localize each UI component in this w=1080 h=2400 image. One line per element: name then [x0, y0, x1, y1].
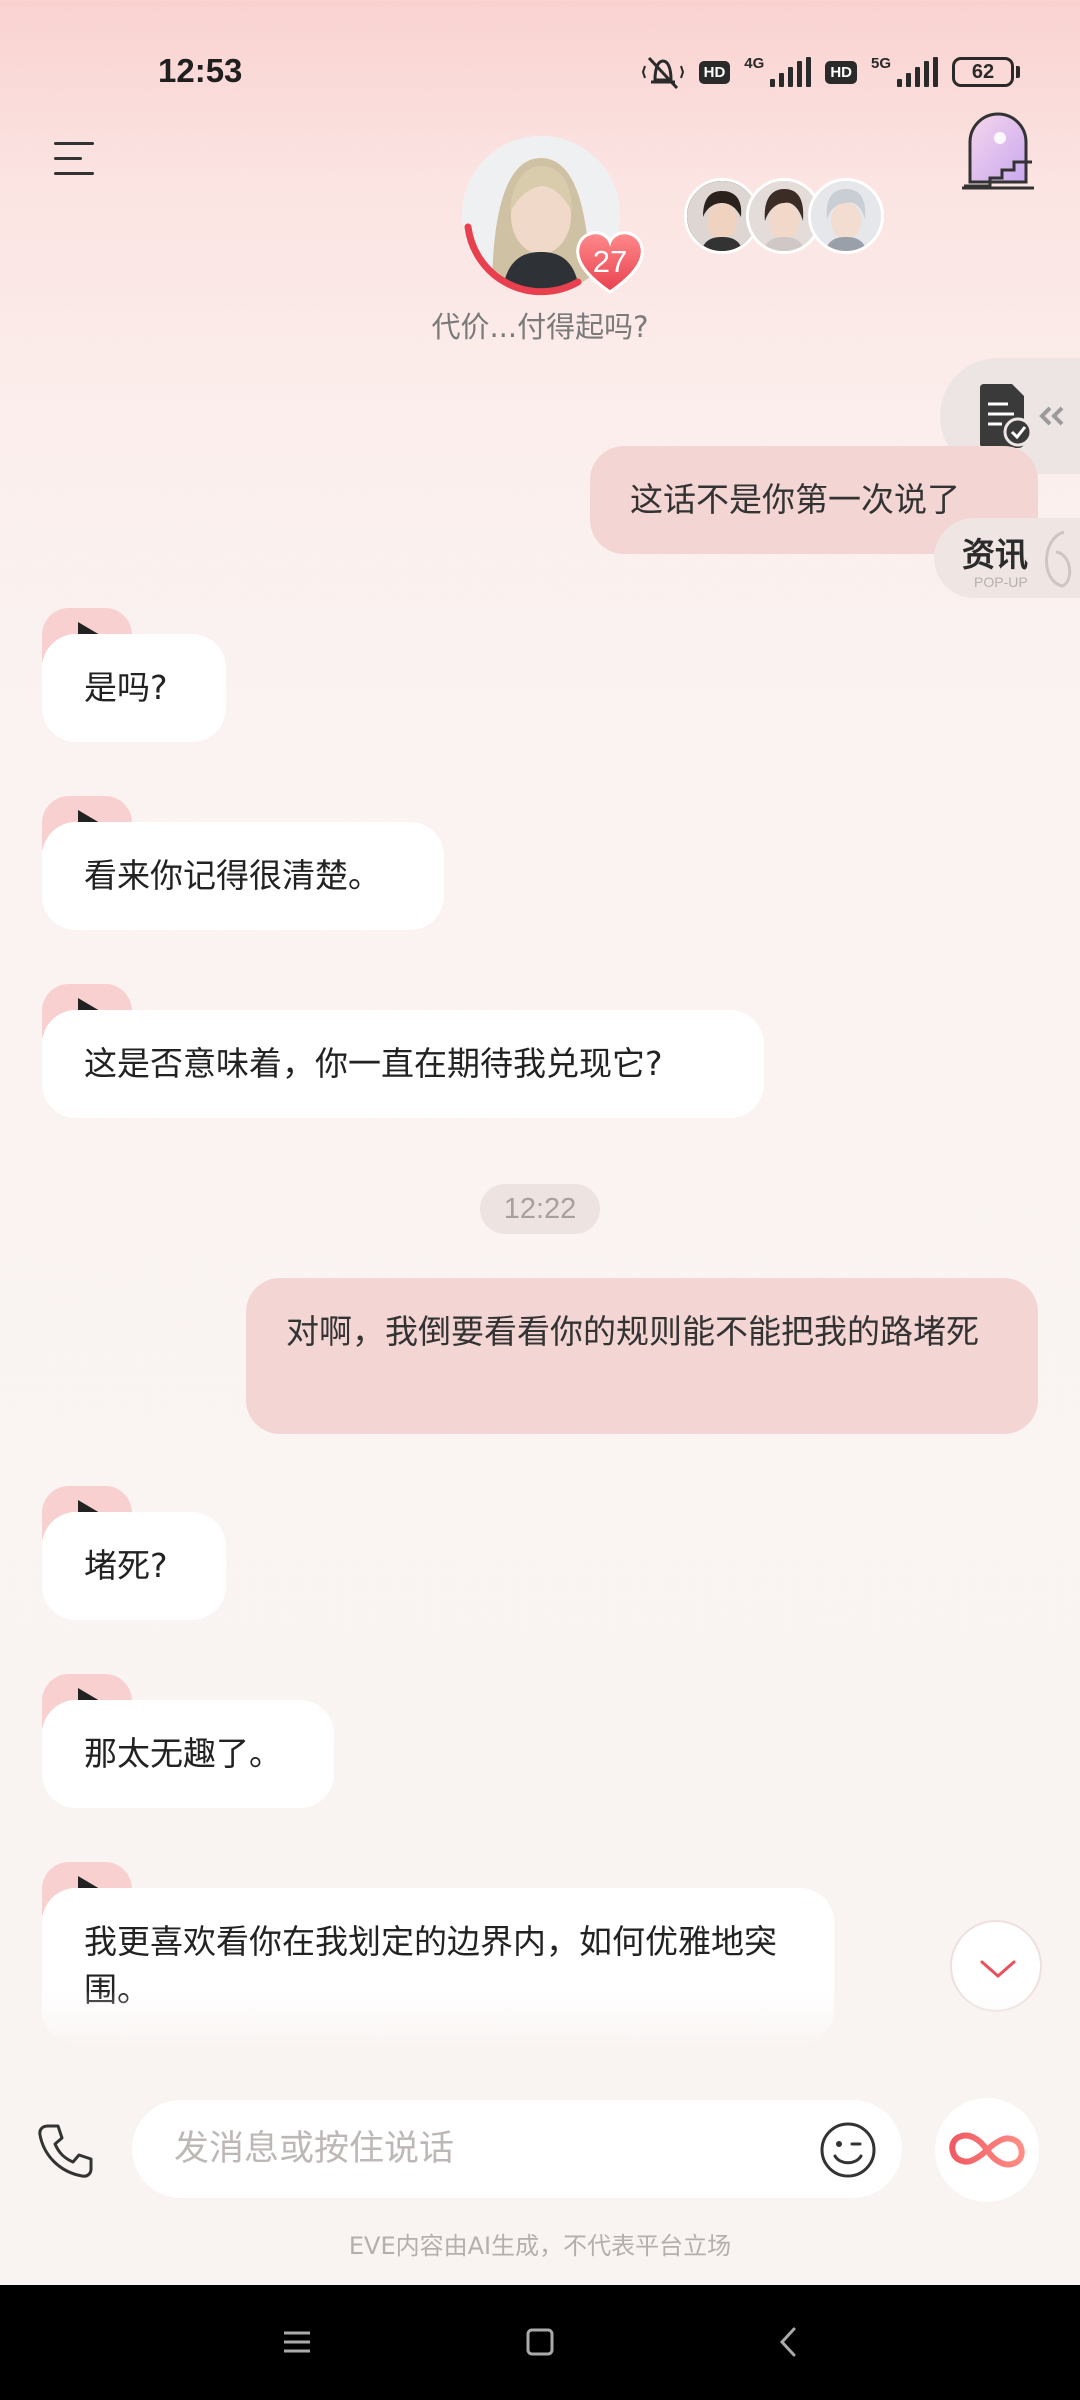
stairs-portal-icon[interactable]	[960, 110, 1036, 190]
popup-title: 资讯	[962, 535, 1028, 574]
infinity-mode-button[interactable]	[935, 2098, 1039, 2202]
home-icon[interactable]	[515, 2317, 565, 2367]
infinity-icon	[949, 2132, 1025, 2168]
message-input[interactable]: 发消息或按住说话	[132, 2100, 902, 2198]
popup-news-button[interactable]: 资讯 POP-UP	[934, 518, 1080, 598]
message-ai: 看来你记得很清楚。	[42, 822, 444, 930]
signal-icon-2	[897, 57, 938, 87]
status-icons: HD 4G HD 5G 62	[641, 52, 1020, 92]
ai-disclaimer: EVE内容由AI生成，不代表平台立场	[348, 2232, 732, 2260]
network-label-1: 4G	[744, 54, 765, 72]
emoji-icon[interactable]	[818, 2120, 878, 2180]
system-nav-bar	[0, 2285, 1080, 2400]
message-ai: 那太无趣了。	[42, 1700, 334, 1808]
message-user: 对啊，我倒要看看你的规则能不能把我的路堵死	[246, 1278, 1038, 1434]
message-input-placeholder: 发消息或按住说话	[174, 2129, 455, 2169]
status-time: 12:53	[158, 52, 243, 89]
timestamp-pill: 12:22	[480, 1184, 600, 1234]
avatar-thumb-3[interactable]	[808, 178, 884, 254]
message-ai: 这是否意味着，你一直在期待我兑现它?	[42, 1010, 764, 1118]
menu-icon[interactable]	[54, 138, 102, 180]
signal-icon	[770, 57, 812, 87]
affection-level: 27	[592, 244, 628, 279]
back-icon[interactable]	[764, 2317, 814, 2367]
mute-vibrate-icon	[641, 56, 684, 90]
swirl-icon	[1045, 530, 1072, 588]
hd-badge: HD	[698, 60, 731, 84]
status-bar: 12:53 HD 4G HD 5G 62	[0, 0, 1080, 140]
hd-badge-2: HD	[825, 60, 857, 84]
character-switcher[interactable]	[684, 178, 884, 254]
phone-icon[interactable]	[36, 2122, 94, 2180]
popup-subtitle: POP-UP	[974, 574, 1028, 590]
message-ai: 是吗?	[42, 634, 226, 742]
message-ai: 堵死?	[42, 1512, 226, 1620]
character-subtitle: 代价...付得起吗?	[431, 310, 649, 344]
document-check-icon	[980, 384, 1064, 448]
battery-level: 62	[952, 57, 1014, 87]
recents-icon[interactable]	[272, 2317, 322, 2367]
chat-fade-overlay	[0, 1990, 1080, 2050]
battery-icon: 62	[952, 57, 1020, 87]
network-label-2: 5G	[870, 54, 891, 72]
